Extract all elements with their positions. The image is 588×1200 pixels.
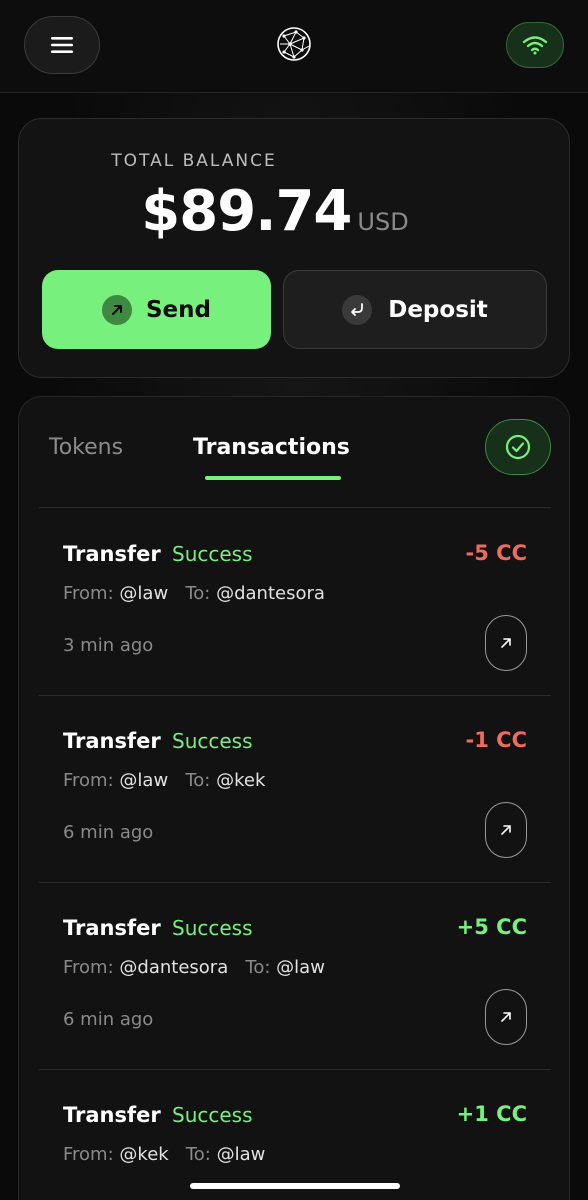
- transaction-amount: +5 CC: [456, 915, 527, 939]
- from-handle: @law: [119, 583, 169, 604]
- transaction-status: Success: [172, 729, 253, 753]
- to-handle: @dantesora: [216, 583, 325, 604]
- globe-network-icon: [277, 27, 311, 61]
- transaction-status: Success: [172, 1103, 253, 1127]
- return-arrow-icon: [342, 294, 373, 325]
- open-transaction-button[interactable]: [485, 615, 527, 671]
- deposit-button[interactable]: Deposit: [283, 270, 547, 349]
- arrow-up-right-icon: [501, 1012, 511, 1022]
- transaction-time: 3 min ago: [63, 635, 154, 656]
- to-label: To:: [185, 1144, 211, 1165]
- tab-transactions[interactable]: Transactions: [193, 435, 350, 460]
- filter-success-button[interactable]: [485, 419, 551, 475]
- send-label: Send: [145, 296, 211, 323]
- from-handle: @dantesora: [119, 957, 229, 978]
- wifi-icon: [522, 36, 548, 55]
- from-handle: @law: [119, 770, 169, 791]
- transaction-parties: From: @law To: @kek: [63, 770, 265, 791]
- deposit-label: Deposit: [388, 296, 488, 323]
- transaction-parties: From: @dantesora To: @law: [63, 957, 325, 978]
- to-label: To:: [245, 957, 271, 978]
- transaction-row[interactable]: Transfer Success -1 CC From: @law To: @k…: [39, 696, 551, 883]
- to-label: To:: [185, 583, 211, 604]
- transaction-amount: -1 CC: [465, 728, 527, 752]
- transaction-type: Transfer: [63, 1103, 161, 1127]
- transaction-row[interactable]: Transfer Success -5 CC From: @law To: @d…: [39, 509, 551, 696]
- arrow-up-right-icon: [501, 825, 511, 835]
- transaction-type: Transfer: [63, 916, 161, 940]
- from-handle: @kek: [119, 1144, 169, 1165]
- to-handle: @law: [216, 1144, 266, 1165]
- balance-card: TOTAL BALANCE $89.74 USD Send Deposit: [18, 118, 570, 378]
- to-handle: @law: [276, 957, 325, 978]
- menu-button[interactable]: [24, 16, 100, 74]
- transaction-status: Success: [172, 916, 253, 940]
- to-handle: @kek: [216, 770, 266, 791]
- transaction-status: Success: [172, 542, 253, 566]
- active-tab-indicator: [205, 476, 341, 480]
- transaction-row[interactable]: Transfer Success +1 CC From: @kek To: @l…: [39, 1070, 551, 1200]
- transaction-time: 6 min ago: [63, 822, 154, 843]
- balance-currency: USD: [357, 208, 409, 236]
- to-label: To:: [185, 770, 211, 791]
- arrow-up-right-icon: [501, 638, 511, 648]
- from-label: From:: [63, 770, 114, 791]
- app-header: [0, 0, 588, 93]
- activity-card: Tokens Transactions Transfer Success -5 …: [18, 396, 570, 1200]
- tabs-divider: [39, 507, 551, 508]
- check-circle-icon: [505, 434, 531, 460]
- transaction-row[interactable]: Transfer Success +5 CC From: @dantesora …: [39, 883, 551, 1070]
- balance-label: TOTAL BALANCE: [111, 151, 277, 171]
- tab-tokens[interactable]: Tokens: [49, 435, 123, 460]
- hamburger-menu-icon: [51, 37, 73, 53]
- transaction-amount: -5 CC: [465, 541, 527, 565]
- connection-status-button[interactable]: [506, 22, 564, 68]
- balance-amount: $89.74: [141, 179, 352, 244]
- transaction-type: Transfer: [63, 729, 161, 753]
- transaction-amount: +1 CC: [456, 1102, 527, 1126]
- open-transaction-button[interactable]: [485, 989, 527, 1045]
- from-label: From:: [63, 1144, 114, 1165]
- open-transaction-button[interactable]: [485, 802, 527, 858]
- from-label: From:: [63, 583, 114, 604]
- balance-amount-row: $89.74 USD: [19, 179, 571, 249]
- send-button[interactable]: Send: [42, 270, 271, 349]
- arrow-up-right-icon: [101, 294, 132, 325]
- transaction-parties: From: @law To: @dantesora: [63, 583, 325, 604]
- from-label: From:: [63, 957, 114, 978]
- home-indicator[interactable]: [190, 1183, 400, 1189]
- transaction-type: Transfer: [63, 542, 161, 566]
- transaction-parties: From: @kek To: @law: [63, 1144, 265, 1165]
- transaction-time: 6 min ago: [63, 1009, 154, 1030]
